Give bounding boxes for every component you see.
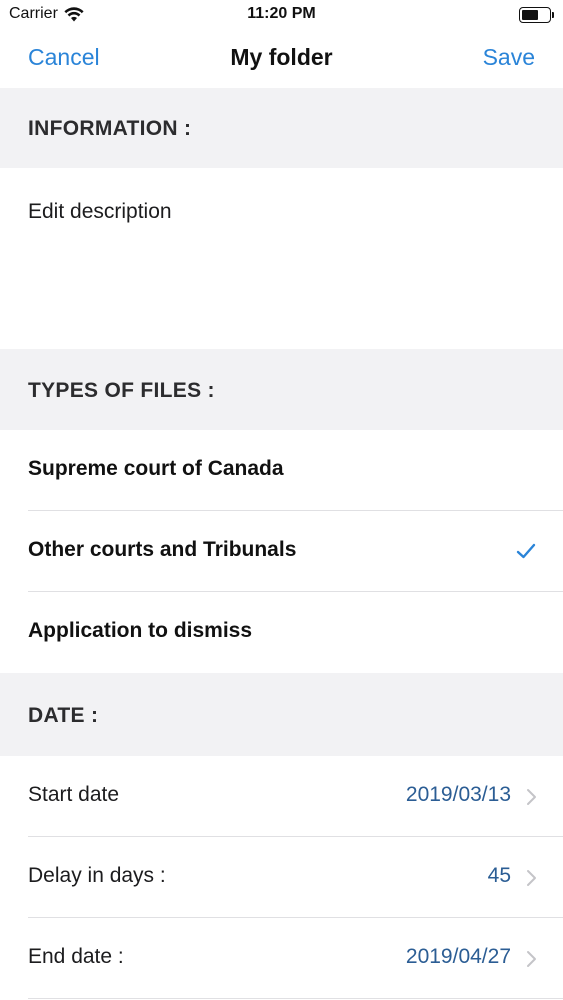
date-label: Delay in days : — [28, 864, 166, 887]
section-title-types-of-files: TYPES OF FILES : — [28, 379, 215, 402]
chevron-right-icon — [527, 870, 536, 886]
chevron-right-icon — [527, 789, 536, 805]
section-title-date: DATE : — [28, 704, 99, 727]
file-type-label: Supreme court of Canada — [28, 457, 284, 480]
date-value: 2019/04/27 — [405, 945, 511, 968]
battery-level — [522, 10, 539, 20]
description-field[interactable]: Edit description — [0, 168, 563, 349]
page-title: My folder — [230, 44, 333, 70]
file-type-row-other-courts[interactable]: Other courts and Tribunals — [0, 511, 563, 592]
date-label: Start date — [28, 783, 120, 806]
checkmark-icon — [516, 543, 536, 559]
date-row-start-date[interactable]: Start date 2019/03/13 — [0, 756, 563, 837]
section-header-date: DATE : — [0, 673, 563, 756]
row-divider — [28, 998, 563, 999]
description-placeholder: Edit description — [28, 200, 172, 223]
date-row-delay-in-days[interactable]: Delay in days : 45 — [0, 837, 563, 918]
folder-edit-screen: Carrier 11:20 PM Cancel My folder Save I… — [0, 0, 563, 1000]
date-value: 45 — [487, 864, 511, 887]
status-time: 11:20 PM — [247, 5, 316, 22]
section-title-information: INFORMATION : — [28, 117, 192, 140]
section-header-types-of-files: TYPES OF FILES : — [0, 349, 563, 430]
navigation-bar: Cancel My folder Save — [0, 30, 563, 88]
date-value: 2019/03/13 — [405, 783, 511, 806]
status-bar: Carrier 11:20 PM — [0, 0, 563, 30]
file-type-label: Other courts and Tribunals — [28, 538, 297, 561]
battery-icon — [519, 7, 554, 23]
file-type-row-supreme-court[interactable]: Supreme court of Canada — [0, 430, 563, 511]
chevron-right-icon — [527, 951, 536, 967]
file-type-row-application-to-dismiss[interactable]: Application to dismiss — [0, 592, 563, 673]
section-header-information: INFORMATION : — [0, 88, 563, 168]
save-button[interactable]: Save — [483, 44, 535, 71]
file-type-label: Application to dismiss — [28, 619, 253, 642]
date-label: End date : — [28, 945, 124, 968]
date-row-end-date[interactable]: End date : 2019/04/27 — [0, 918, 563, 999]
